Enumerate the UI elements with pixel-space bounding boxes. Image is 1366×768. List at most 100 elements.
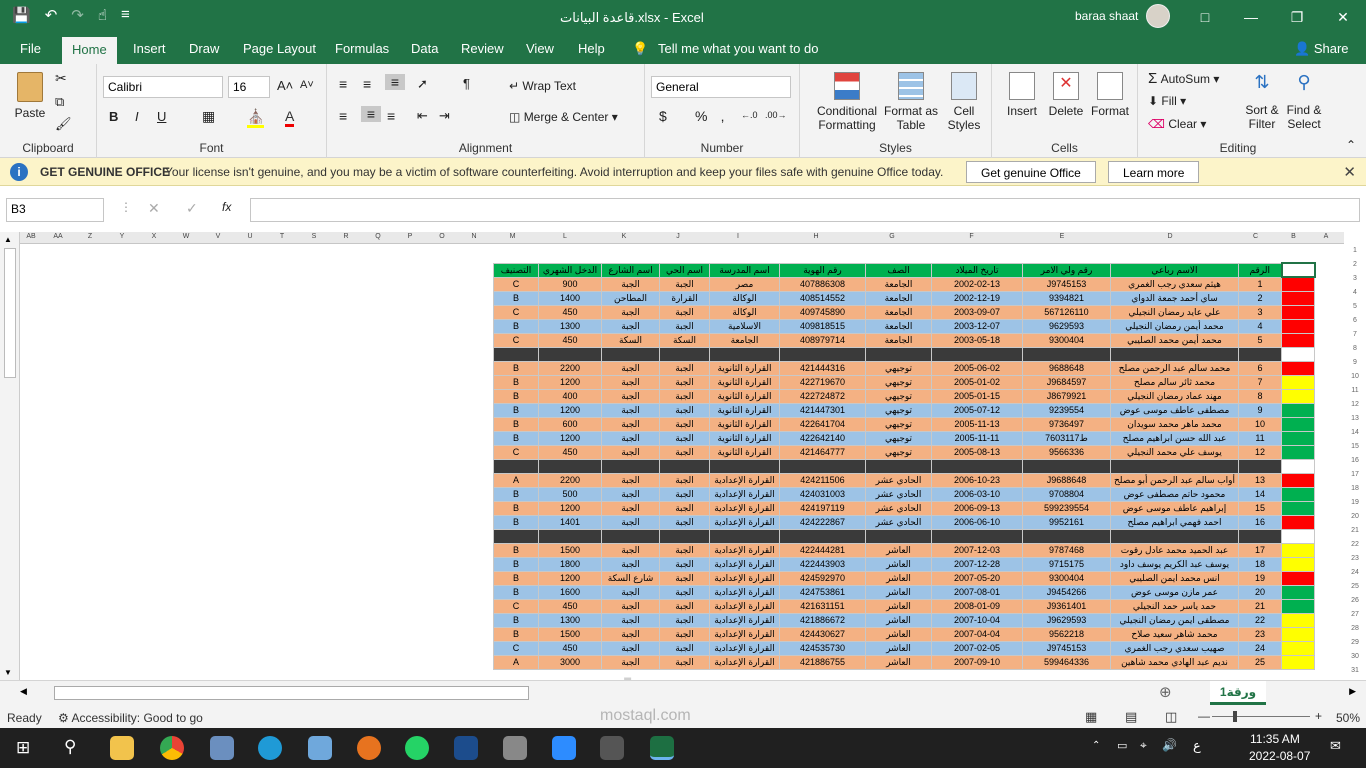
- table-cell[interactable]: 1500: [538, 542, 602, 558]
- table-cell[interactable]: الجبة: [601, 304, 660, 320]
- sheet-tab-1[interactable]: ورقة1: [1210, 681, 1266, 705]
- status-color-cell[interactable]: [1281, 318, 1315, 334]
- table-cell[interactable]: 6: [1238, 360, 1282, 376]
- sheet-nav-left-icon[interactable]: ◀: [20, 686, 27, 697]
- table-cell[interactable]: 21: [1238, 598, 1282, 614]
- table-cell[interactable]: J8679921: [1022, 388, 1111, 404]
- table-cell[interactable]: [865, 346, 932, 362]
- table-cell[interactable]: ط7603117: [1022, 430, 1111, 446]
- table-cell[interactable]: B: [493, 626, 539, 642]
- table-header-cell[interactable]: اسم المدرسة: [709, 262, 780, 278]
- table-cell[interactable]: [493, 346, 539, 362]
- cut-icon[interactable]: ✂: [55, 70, 67, 87]
- table-header-cell[interactable]: الصف: [865, 262, 932, 278]
- tab-view[interactable]: View: [526, 41, 554, 56]
- table-cell[interactable]: عمر مازن موسى عوض: [1110, 584, 1239, 600]
- format-painter-icon[interactable]: 🖌: [55, 116, 72, 132]
- table-cell[interactable]: العاشر: [865, 570, 932, 586]
- format-cells-button[interactable]: Format: [1088, 72, 1132, 118]
- table-cell[interactable]: 2003-12-07: [931, 318, 1023, 334]
- table-cell[interactable]: الجبة: [601, 612, 660, 628]
- table-cell[interactable]: القرارة الإعدادية: [709, 640, 780, 656]
- table-cell[interactable]: [865, 528, 932, 544]
- font-name-input[interactable]: Calibri: [103, 76, 223, 98]
- table-cell[interactable]: عبد الله حسن ابراهيم مصلح: [1110, 430, 1239, 446]
- table-cell[interactable]: 9394821: [1022, 290, 1111, 306]
- row-header[interactable]: 3: [1344, 272, 1366, 286]
- table-cell[interactable]: 24: [1238, 640, 1282, 656]
- table-cell[interactable]: الجبة: [659, 584, 710, 600]
- format-as-table-button[interactable]: Format as Table: [884, 72, 938, 132]
- table-cell[interactable]: B: [493, 318, 539, 334]
- table-cell[interactable]: 1200: [538, 430, 602, 446]
- table-cell[interactable]: 13: [1238, 472, 1282, 488]
- table-cell[interactable]: 421886755: [779, 654, 866, 670]
- horizontal-scrollbar[interactable]: [54, 686, 529, 700]
- table-cell[interactable]: J9745153: [1022, 640, 1111, 656]
- table-cell[interactable]: السكة: [659, 332, 710, 348]
- table-cell[interactable]: 2005-01-02: [931, 374, 1023, 390]
- bold-icon[interactable]: B: [109, 109, 118, 124]
- table-cell[interactable]: الجبة: [601, 556, 660, 572]
- table-cell[interactable]: [659, 458, 710, 474]
- table-cell[interactable]: 1200: [538, 374, 602, 390]
- table-cell[interactable]: الجبة: [659, 318, 710, 334]
- status-color-cell[interactable]: [1281, 556, 1315, 572]
- table-cell[interactable]: 408514552: [779, 290, 866, 306]
- redo-icon[interactable]: ↷: [71, 6, 84, 24]
- vertical-scrollbar[interactable]: ▲ ▼: [0, 232, 20, 680]
- sort-filter-button[interactable]: ⇅ Sort & Filter: [1242, 72, 1282, 131]
- wrap-text-button[interactable]: ↵ Wrap Text: [509, 79, 576, 93]
- table-cell[interactable]: القرارة الإعدادية: [709, 486, 780, 502]
- windows-start-icon[interactable]: ⊞: [16, 738, 30, 758]
- table-cell[interactable]: الجبة: [659, 570, 710, 586]
- table-cell[interactable]: 3000: [538, 654, 602, 670]
- collapse-ribbon-icon[interactable]: ⌃: [1346, 138, 1356, 152]
- tab-insert[interactable]: Insert: [133, 41, 166, 56]
- clock-date[interactable]: 2022-08-07: [1249, 749, 1310, 763]
- status-color-cell[interactable]: [1281, 304, 1315, 320]
- table-cell[interactable]: 8: [1238, 388, 1282, 404]
- column-header[interactable]: W: [170, 233, 202, 240]
- table-cell[interactable]: محمد ماهر محمد سويدان: [1110, 416, 1239, 432]
- table-cell[interactable]: 2003-05-18: [931, 332, 1023, 348]
- table-cell[interactable]: 2006-06-10: [931, 514, 1023, 530]
- table-cell[interactable]: B: [493, 612, 539, 628]
- table-cell[interactable]: الجبة: [601, 318, 660, 334]
- sheet-nav-right-icon[interactable]: ▶: [1349, 686, 1356, 697]
- table-header-cell[interactable]: اسم الشارع: [601, 262, 660, 278]
- table-cell[interactable]: [931, 458, 1023, 474]
- status-color-cell[interactable]: [1281, 472, 1315, 488]
- table-cell[interactable]: الجبة: [601, 500, 660, 516]
- table-cell[interactable]: مصطفى ايمن رمضان النجيلي: [1110, 612, 1239, 628]
- font-size-input[interactable]: 16: [228, 76, 270, 98]
- currency-icon[interactable]: $: [659, 108, 667, 124]
- table-cell[interactable]: 22: [1238, 612, 1282, 628]
- table-cell[interactable]: الجبة: [601, 430, 660, 446]
- avatar[interactable]: [1146, 4, 1170, 28]
- table-cell[interactable]: 2008-01-09: [931, 598, 1023, 614]
- column-header[interactable]: U: [234, 233, 266, 240]
- table-cell[interactable]: 450: [538, 444, 602, 460]
- edge-icon[interactable]: [258, 736, 282, 760]
- table-cell[interactable]: الجبة: [601, 514, 660, 530]
- table-cell[interactable]: 2005-07-12: [931, 402, 1023, 418]
- table-cell[interactable]: القرارة: [659, 290, 710, 306]
- table-cell[interactable]: الحادي عشر: [865, 472, 932, 488]
- row-header[interactable]: 29: [1344, 636, 1366, 650]
- fill-color-icon[interactable]: ⛪: [247, 108, 265, 128]
- formula-input[interactable]: [250, 198, 1360, 222]
- box-app-icon[interactable]: [308, 736, 332, 760]
- table-cell[interactable]: يوسف عبد الكريم يوسف داود: [1110, 556, 1239, 572]
- row-header[interactable]: 16: [1344, 454, 1366, 468]
- status-color-cell[interactable]: [1281, 626, 1315, 642]
- table-cell[interactable]: 11: [1238, 430, 1282, 446]
- table-cell[interactable]: 9629593: [1022, 318, 1111, 334]
- table-cell[interactable]: توجيهي: [865, 388, 932, 404]
- table-cell[interactable]: 2002-12-19: [931, 290, 1023, 306]
- merge-center-button[interactable]: ◫ Merge & Center ▾: [509, 110, 618, 124]
- table-cell[interactable]: انس محمد ايمن الصليبي: [1110, 570, 1239, 586]
- fill-button[interactable]: ⬇ Fill ▾: [1148, 94, 1186, 108]
- table-cell[interactable]: توجيهي: [865, 430, 932, 446]
- table-cell[interactable]: 421464777: [779, 444, 866, 460]
